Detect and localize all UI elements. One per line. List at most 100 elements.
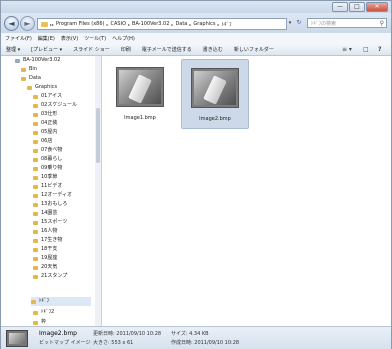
menu-bar: ファイル(F) 編集(E) 表示(V) ツール(T) ヘルプ(H) [1, 33, 391, 44]
address-dropdown-icon[interactable]: ▾ [286, 18, 294, 28]
tree-item[interactable]: 08暮らし [33, 155, 62, 164]
tree-item[interactable]: 11ビデオ [33, 182, 62, 191]
preview-button[interactable]: [プレビュー ▾ [31, 46, 62, 53]
address-bar[interactable]: ▸▸ Program Files (x86) ▸ CASIO ▸ BA-100V… [37, 18, 287, 30]
menu-file[interactable]: ファイル(F) [5, 35, 32, 42]
tree-item-label: 18干支 [41, 246, 58, 252]
tree-item[interactable]: 21スタンプ [33, 272, 67, 281]
help-icon[interactable]: ? [378, 46, 381, 53]
tree-item[interactable]: 15スポーツ [33, 218, 67, 227]
preview-pane-icon[interactable]: □ [363, 46, 369, 53]
tree-item[interactable]: ﾄｷﾞﾌ2 [33, 308, 54, 317]
tree-item[interactable]: Bin [21, 65, 37, 74]
print-button[interactable]: 印刷 [121, 46, 131, 53]
maximize-button[interactable]: □ [349, 2, 365, 12]
tree-item-label: 19屋座 [41, 255, 58, 261]
folder-icon [33, 256, 38, 261]
folder-icon [15, 58, 20, 63]
details-filename: Image2.bmp [39, 330, 77, 337]
tree-item[interactable]: 05屋内 [33, 128, 57, 137]
tree-item-label: 14園芸 [41, 210, 58, 216]
breadcrumb-program-files[interactable]: Program Files (x86) [54, 21, 106, 27]
tree-item[interactable]: Graphics [27, 83, 57, 92]
tree-item[interactable]: 03仕形 [33, 110, 57, 119]
menu-tools[interactable]: ツール(T) [84, 35, 106, 42]
breadcrumb-current[interactable]: ﾄｷﾞﾌ [220, 21, 234, 28]
tree-item[interactable]: 10季節 [33, 173, 57, 182]
tree-item-label: 10季節 [41, 174, 58, 180]
tree-item[interactable]: 19屋座 [33, 254, 57, 263]
tree-item-label: 13おもしろ [41, 201, 68, 207]
email-button[interactable]: 電子メールで送信する [142, 46, 192, 53]
new-folder-button[interactable]: 新しいフォルダー [234, 46, 274, 53]
tree-item[interactable]: 12オーディオ [33, 191, 72, 200]
folder-icon [33, 175, 38, 180]
menu-view[interactable]: 表示(V) [61, 35, 78, 42]
forward-button[interactable]: ► [20, 16, 35, 31]
breadcrumb-data[interactable]: Data [173, 21, 189, 27]
folder-icon [33, 157, 38, 162]
folder-icon [33, 229, 38, 234]
refresh-icon[interactable]: ↻ [295, 18, 303, 28]
folder-icon [33, 310, 38, 315]
tree-item[interactable]: 07食べ物 [33, 146, 62, 155]
breadcrumb-ba100[interactable]: BA-100Ver3.02 [130, 21, 171, 27]
tree-item-label: 04正装 [41, 120, 58, 126]
file-item-selected[interactable]: Image2.bmp [181, 59, 249, 129]
scrollbar-thumb[interactable] [96, 108, 100, 163]
search-input[interactable]: ﾄｷﾞﾌの検索 ⚲ [307, 18, 387, 28]
tree-item[interactable]: 06店 [33, 137, 52, 146]
folder-icon [33, 121, 38, 126]
burn-button[interactable]: 書き込む [203, 46, 223, 53]
view-options-icon[interactable]: ≡ ▾ [342, 46, 352, 53]
tree-item-label: 02スケジュール [41, 102, 78, 108]
explorer-window: — □ ✕ ◄ ► ▸▸ Program Files (x86) ▸ CASIO… [0, 0, 392, 349]
tree-item[interactable]: 04正装 [33, 119, 57, 128]
breadcrumb-casio[interactable]: CASIO [109, 21, 129, 27]
tree-item-label: 05屋内 [41, 129, 58, 135]
folder-icon [33, 130, 38, 135]
folder-icon [33, 265, 38, 270]
tree-item-selected[interactable]: ﾄｷﾞﾌ [31, 297, 91, 306]
tree-item[interactable]: 17生き物 [33, 236, 62, 245]
file-item[interactable]: Image1.bmp [107, 59, 173, 127]
tree-item[interactable]: 16人物 [33, 227, 57, 236]
image-file-icon [6, 330, 28, 347]
file-name: Image1.bmp [124, 115, 156, 121]
back-button[interactable]: ◄ [4, 16, 19, 31]
tree-item[interactable]: 18干支 [33, 245, 57, 254]
tree-item[interactable]: 20天気 [33, 263, 57, 272]
navigation-scrollbar[interactable] [95, 56, 101, 326]
organize-button[interactable]: 整理 ▾ [6, 46, 20, 53]
tree-item[interactable]: 13おもしろ [33, 200, 67, 209]
file-list: Image1.bmp Image2.bmp [102, 56, 391, 326]
tree-item-label: 01アイス [41, 93, 62, 99]
tree-item-label: 枠 [41, 319, 47, 325]
tree-item[interactable]: 02スケジュール [33, 101, 77, 110]
folder-icon [33, 320, 38, 325]
tree-item-label: 20天気 [41, 264, 58, 270]
tree-item[interactable]: BA-100Ver3.02 [15, 56, 60, 65]
folder-icon [27, 85, 32, 90]
menu-edit[interactable]: 編集(E) [38, 35, 55, 42]
image-thumbnail [116, 67, 164, 107]
folder-icon [33, 166, 38, 171]
command-bar: 整理 ▾ [プレビュー ▾ スライド ショー 印刷 電子メールで送信する 書き込… [1, 44, 391, 56]
slideshow-button[interactable]: スライド ショー [73, 46, 110, 53]
tree-item[interactable]: 14園芸 [33, 209, 57, 218]
breadcrumb-graphics[interactable]: Graphics [191, 21, 217, 27]
tree-item[interactable]: 09乗り物 [33, 164, 62, 173]
folder-icon [33, 193, 38, 198]
minimize-button[interactable]: — [332, 2, 348, 12]
tree-item[interactable]: 枠 [33, 318, 46, 326]
tree-item[interactable]: 01アイス [33, 92, 62, 101]
tree-item-label: 11ビデオ [41, 183, 63, 189]
tree-item[interactable]: Data [21, 74, 41, 83]
details-type: ビットマップ イメージ [39, 340, 91, 346]
search-icon[interactable]: ⚲ [380, 19, 384, 29]
tree-item-label: ﾄｷﾞﾌ2 [41, 309, 55, 315]
close-button[interactable]: ✕ [366, 2, 388, 12]
menu-help[interactable]: ヘルプ(H) [112, 35, 135, 42]
tree-item-label: Data [29, 75, 41, 81]
image-thumbnail [191, 68, 239, 108]
